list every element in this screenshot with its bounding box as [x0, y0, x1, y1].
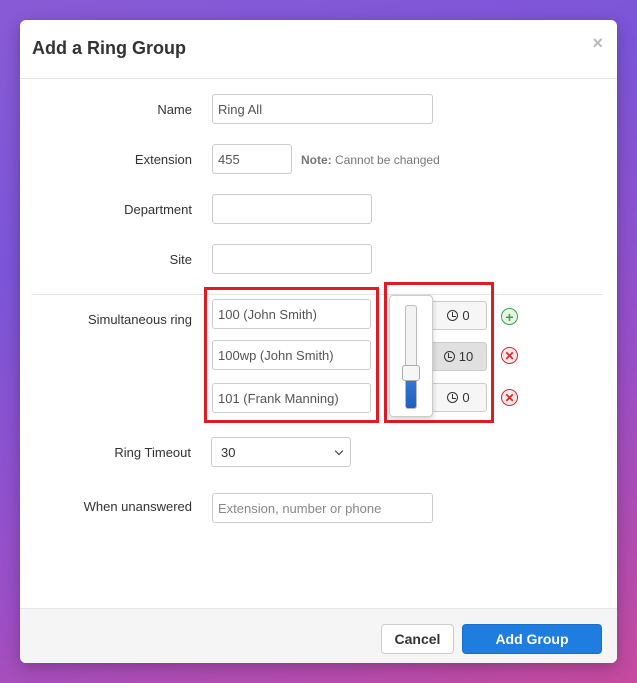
department-label: Department: [124, 202, 192, 217]
ring-timeout-value: 30: [221, 444, 236, 460]
dialog-footer: Cancel Add Group: [20, 608, 617, 663]
extension-note-label: Note:: [301, 153, 332, 167]
name-input[interactable]: [212, 94, 433, 124]
add-group-button[interactable]: Add Group: [462, 624, 602, 654]
delay-value: 0: [462, 390, 470, 405]
x-circle-icon[interactable]: ✕: [501, 389, 518, 406]
cancel-button[interactable]: Cancel: [381, 624, 454, 654]
delay-slider-handle[interactable]: [402, 365, 420, 381]
sim-ring-input-2[interactable]: [212, 340, 371, 370]
close-icon[interactable]: ×: [592, 34, 603, 52]
plus-circle-icon[interactable]: +: [501, 308, 518, 325]
simultaneous-ring-label: Simultaneous ring: [87, 312, 192, 327]
dialog-header: Add a Ring Group ×: [20, 20, 617, 79]
extension-note: Note: Cannot be changed: [301, 153, 440, 167]
site-input[interactable]: [212, 244, 372, 274]
dialog-title: Add a Ring Group: [32, 38, 186, 58]
extension-note-text: Cannot be changed: [331, 153, 440, 167]
ring-timeout-label: Ring Timeout: [114, 445, 191, 460]
when-unanswered-input[interactable]: [212, 493, 433, 523]
x-circle-icon[interactable]: ✕: [501, 347, 518, 364]
extension-label: Extension: [134, 152, 192, 167]
site-label: Site: [169, 252, 192, 267]
ring-timeout-select[interactable]: 30: [211, 437, 351, 467]
clock-icon: [447, 310, 459, 321]
when-unanswered-label: When unanswered: [83, 499, 192, 514]
delay-button-3[interactable]: 0: [430, 383, 487, 412]
delay-button-1[interactable]: 0: [430, 301, 487, 330]
name-label: Name: [157, 102, 192, 117]
clock-icon: [443, 351, 455, 362]
delay-slider-track[interactable]: [405, 305, 417, 409]
department-input[interactable]: [212, 194, 372, 224]
extension-input[interactable]: [212, 144, 292, 174]
clock-icon: [447, 392, 459, 403]
delay-button-2[interactable]: 10: [430, 342, 487, 371]
chevron-down-icon: [334, 446, 344, 456]
add-ring-group-dialog: Add a Ring Group × Name Extension Note: …: [20, 20, 617, 663]
sim-ring-input-1[interactable]: [212, 299, 371, 329]
delay-value: 0: [462, 308, 470, 323]
delay-value: 10: [458, 349, 474, 364]
sim-ring-input-3[interactable]: [212, 383, 371, 413]
delay-slider-popover: [389, 295, 433, 417]
